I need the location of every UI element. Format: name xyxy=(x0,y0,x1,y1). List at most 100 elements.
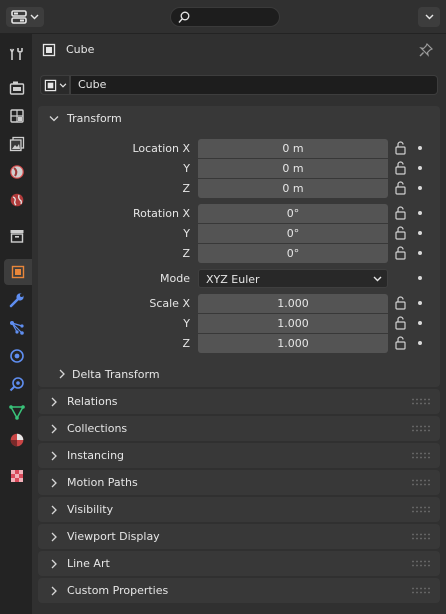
keyframe-dot-icon[interactable] xyxy=(418,231,422,235)
context-header: Cube xyxy=(32,34,446,66)
keyframe-dot-icon[interactable] xyxy=(418,341,422,345)
transform-header[interactable]: Transform xyxy=(38,106,440,131)
panel-custom-properties: Custom Properties xyxy=(38,578,440,603)
keyframe-dot-icon[interactable] xyxy=(418,211,422,215)
unlock-icon[interactable] xyxy=(394,141,408,155)
panel-header-line-art[interactable]: Line Art xyxy=(38,551,440,576)
location-z-label: Z xyxy=(182,182,190,195)
tab-world[interactable] xyxy=(4,187,30,213)
object-name-field[interactable]: Cube xyxy=(70,75,438,95)
location-x-field[interactable]: 0 m xyxy=(198,139,388,158)
drag-handle-icon[interactable] xyxy=(412,479,430,486)
keyframe-dot-icon[interactable] xyxy=(418,166,422,170)
scale-y-field[interactable]: 1.000 xyxy=(198,314,388,333)
drag-handle-icon[interactable] xyxy=(412,560,430,567)
tab-output[interactable] xyxy=(4,103,30,129)
keyframe-dot-icon[interactable] xyxy=(418,186,422,190)
object-icon xyxy=(44,79,57,91)
render-icon xyxy=(9,81,25,95)
tool-icon xyxy=(9,48,23,60)
unlock-icon[interactable] xyxy=(394,181,408,195)
options-dropdown-button[interactable] xyxy=(418,7,440,27)
rotation-y-field[interactable]: 0° xyxy=(198,224,388,243)
physics-icon xyxy=(10,349,24,363)
unlock-icon[interactable] xyxy=(394,246,408,260)
drag-handle-icon[interactable] xyxy=(412,587,430,594)
editor-type-button[interactable] xyxy=(6,7,44,27)
scale-z-field[interactable]: 1.000 xyxy=(198,334,388,353)
material-icon xyxy=(10,433,24,447)
rotation-x-row: Rotation X 0° xyxy=(38,204,440,224)
rotation-z-field[interactable]: 0° xyxy=(198,244,388,263)
unlock-icon[interactable] xyxy=(394,336,408,350)
panel-header-custom-properties[interactable]: Custom Properties xyxy=(38,578,440,603)
constraints-icon xyxy=(9,377,24,392)
unlock-icon[interactable] xyxy=(394,206,408,220)
tab-render[interactable] xyxy=(4,75,30,101)
drag-handle-icon[interactable] xyxy=(412,533,430,540)
rotation-y-row: Y 0° xyxy=(38,224,440,244)
panel-relations: Relations xyxy=(38,389,440,414)
panel-instancing: Instancing xyxy=(38,443,440,468)
chevron-right-icon xyxy=(51,532,57,541)
properties-editor-icon xyxy=(11,10,27,24)
tab-physics[interactable] xyxy=(4,343,30,369)
search-input[interactable] xyxy=(170,7,280,27)
unlock-icon[interactable] xyxy=(394,226,408,240)
tab-constraints[interactable] xyxy=(4,371,30,397)
drag-handle-icon[interactable] xyxy=(412,452,430,459)
location-z-row: Z 0 m xyxy=(38,179,440,199)
pin-icon[interactable] xyxy=(418,42,434,58)
panel-header-instancing[interactable]: Instancing xyxy=(38,443,440,468)
object-type-dropdown[interactable] xyxy=(40,75,70,95)
tab-particles[interactable] xyxy=(4,315,30,341)
scale-x-field[interactable]: 1.000 xyxy=(198,294,388,313)
panel-visibility: Visibility xyxy=(38,497,440,522)
rotation-mode-label: Mode xyxy=(160,272,190,285)
panel-header-visibility[interactable]: Visibility xyxy=(38,497,440,522)
keyframe-dot-icon[interactable] xyxy=(418,146,422,150)
unlock-icon[interactable] xyxy=(394,161,408,175)
texture-icon xyxy=(11,470,23,482)
panel-header-motion-paths[interactable]: Motion Paths xyxy=(38,470,440,495)
tab-view-layer[interactable] xyxy=(4,131,30,157)
tab-object[interactable] xyxy=(4,259,32,285)
rotation-mode-select[interactable]: XYZ Euler xyxy=(198,269,388,288)
panel-title: Line Art xyxy=(67,557,110,570)
panel-header-collections[interactable]: Collections xyxy=(38,416,440,441)
rotation-y-label: Y xyxy=(183,227,190,240)
header-bar xyxy=(0,0,446,34)
drag-handle-icon[interactable] xyxy=(412,506,430,513)
tab-collection[interactable] xyxy=(4,223,30,249)
drag-handle-icon[interactable] xyxy=(412,398,430,405)
tab-modifiers[interactable] xyxy=(4,287,30,313)
tab-material[interactable] xyxy=(4,427,30,453)
chevron-right-icon xyxy=(51,559,57,568)
keyframe-dot-icon[interactable] xyxy=(418,321,422,325)
scale-y-row: Y 1.000 xyxy=(38,314,440,334)
keyframe-dot-icon[interactable] xyxy=(418,276,422,280)
location-x-row: Location X 0 m xyxy=(38,139,440,159)
tab-texture[interactable] xyxy=(4,463,30,489)
tab-scene[interactable] xyxy=(4,159,30,185)
panel-header-viewport-display[interactable]: Viewport Display xyxy=(38,524,440,549)
location-y-row: Y 0 m xyxy=(38,159,440,179)
tab-tool[interactable] xyxy=(4,41,30,67)
chevron-down-icon xyxy=(49,115,59,121)
location-z-field[interactable]: 0 m xyxy=(198,179,388,198)
tab-data[interactable] xyxy=(4,399,30,425)
keyframe-dot-icon[interactable] xyxy=(418,301,422,305)
scene-icon xyxy=(10,165,24,179)
chevron-down-icon xyxy=(425,14,433,20)
keyframe-dot-icon[interactable] xyxy=(418,251,422,255)
panel-collections: Collections xyxy=(38,416,440,441)
delta-transform-header[interactable]: Delta Transform xyxy=(58,364,208,384)
unlock-icon[interactable] xyxy=(394,316,408,330)
drag-handle-icon[interactable] xyxy=(412,425,430,432)
panel-line-art: Line Art xyxy=(38,551,440,576)
unlock-icon[interactable] xyxy=(394,296,408,310)
location-y-field[interactable]: 0 m xyxy=(198,159,388,178)
rotation-x-field[interactable]: 0° xyxy=(198,204,388,223)
panel-header-relations[interactable]: Relations xyxy=(38,389,440,414)
scale-x-row: Scale X 1.000 xyxy=(38,294,440,314)
